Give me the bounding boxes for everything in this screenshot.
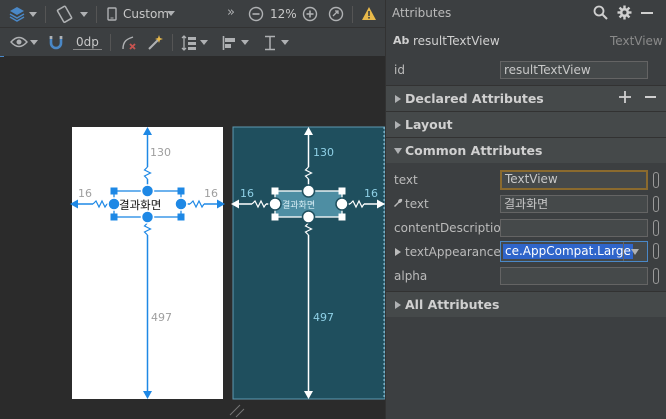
margin-top-label: 130 — [150, 146, 171, 159]
attribute-picker-icon[interactable] — [653, 220, 659, 236]
zoom-in-icon[interactable] — [302, 6, 318, 25]
attribute-picker-icon[interactable] — [653, 172, 659, 188]
orientation-icon[interactable] — [55, 4, 75, 27]
attr-label-alpha: alpha — [394, 269, 428, 283]
zoom-fit-icon[interactable] — [328, 6, 344, 25]
align-icon[interactable] — [222, 35, 238, 54]
attr-label-tools-text: text — [405, 197, 429, 211]
guidelines-icon[interactable] — [263, 35, 277, 54]
content-description-field[interactable] — [500, 219, 648, 237]
layout-label: Layout — [405, 117, 453, 132]
expand-icon — [395, 95, 401, 103]
blueprint-margin-bottom-label: 497 — [313, 311, 334, 324]
attr-label-text-appearance: textAppearance — [405, 245, 501, 259]
text-appearance-combo[interactable]: ce.AppCompat.Large — [500, 241, 648, 262]
blueprint-margin-left-label: 16 — [240, 187, 254, 200]
infer-constraints-icon[interactable] — [147, 34, 164, 54]
canvas-drawing: 130 497 16 16 결과화면 130 497 16 16 결과화면 — [70, 126, 385, 418]
declared-attributes-label: Declared Attributes — [405, 91, 544, 106]
pack-icon[interactable] — [181, 35, 197, 54]
gear-icon[interactable] — [617, 5, 632, 23]
default-margin-field[interactable]: 0dp — [73, 35, 102, 50]
design-canvas[interactable]: 130 497 16 16 결과화면 130 497 16 16 결과화면 — [0, 57, 385, 419]
all-attributes-label: All Attributes — [405, 297, 500, 312]
expand-icon[interactable] — [395, 248, 401, 256]
device-icon[interactable] — [107, 7, 117, 24]
zoom-out-icon[interactable] — [248, 6, 264, 25]
chevron-down-icon[interactable] — [241, 40, 249, 45]
attribute-picker-icon[interactable] — [653, 196, 659, 212]
alpha-field[interactable] — [500, 267, 648, 285]
attribute-picker-icon[interactable] — [653, 243, 659, 259]
expand-icon — [395, 301, 401, 309]
margin-right-label: 16 — [204, 187, 218, 200]
dropdown-icon[interactable] — [631, 249, 639, 255]
eye-icon[interactable] — [10, 36, 28, 51]
common-attributes-header[interactable]: Common Attributes — [386, 137, 666, 163]
chevron-down-icon[interactable] — [200, 40, 208, 45]
attr-label-text: text — [394, 173, 418, 187]
warning-icon[interactable] — [361, 6, 377, 24]
chevron-down-icon[interactable] — [167, 11, 175, 16]
all-attributes-header[interactable]: All Attributes — [386, 291, 666, 317]
id-label: id — [394, 63, 405, 77]
design-toolbar: Custom » 12% — [0, 0, 385, 28]
blueprint-margin-top-label: 130 — [313, 146, 334, 159]
chevron-down-icon[interactable] — [80, 12, 88, 17]
id-field[interactable]: resultTextView — [500, 61, 648, 79]
search-icon[interactable] — [593, 5, 608, 23]
layout-header[interactable]: Layout — [386, 111, 666, 137]
design-textview-label: 결과화면 — [119, 198, 161, 212]
device-selector[interactable]: Custom — [123, 7, 169, 21]
magnet-icon[interactable] — [49, 35, 63, 53]
layers-icon[interactable] — [8, 5, 26, 26]
chevron-down-icon[interactable] — [30, 40, 38, 45]
remove-icon[interactable] — [645, 96, 656, 98]
attributes-panel: Attributes Ab resultTextView TextView id… — [385, 0, 666, 419]
text-appearance-value[interactable]: ce.AppCompat.Large — [503, 244, 633, 259]
minimize-icon[interactable] — [641, 12, 653, 14]
blueprint-textview-label: 결과화면 — [282, 200, 315, 211]
common-attributes-label: Common Attributes — [405, 143, 543, 158]
add-icon[interactable] — [619, 91, 631, 106]
declared-attributes-header[interactable]: Declared Attributes — [386, 85, 666, 111]
resize-handle[interactable] — [229, 404, 241, 416]
component-name: resultTextView — [413, 34, 500, 48]
text-field[interactable]: TextView — [500, 170, 648, 190]
expand-icon — [395, 121, 401, 129]
constraint-toolbar: 0dp — [0, 28, 385, 57]
component-icon: Ab — [393, 34, 410, 47]
clear-constraints-icon[interactable] — [121, 35, 137, 54]
attr-label-content-description: contentDescription — [394, 221, 509, 235]
margin-left-label: 16 — [78, 187, 92, 200]
attribute-picker-icon[interactable] — [653, 268, 659, 284]
collapse-icon — [394, 148, 402, 154]
wrench-icon — [393, 197, 403, 211]
chevron-down-icon[interactable] — [29, 12, 37, 17]
blueprint-margin-right-label: 16 — [364, 187, 378, 200]
tools-text-field[interactable]: 결과화면 — [500, 195, 648, 213]
overflow-icon[interactable]: » — [227, 5, 235, 20]
margin-bottom-label: 497 — [151, 311, 172, 324]
chevron-down-icon[interactable] — [281, 40, 289, 45]
panel-title: Attributes — [392, 6, 452, 20]
zoom-level: 12% — [270, 7, 297, 21]
component-type: TextView — [610, 34, 663, 48]
